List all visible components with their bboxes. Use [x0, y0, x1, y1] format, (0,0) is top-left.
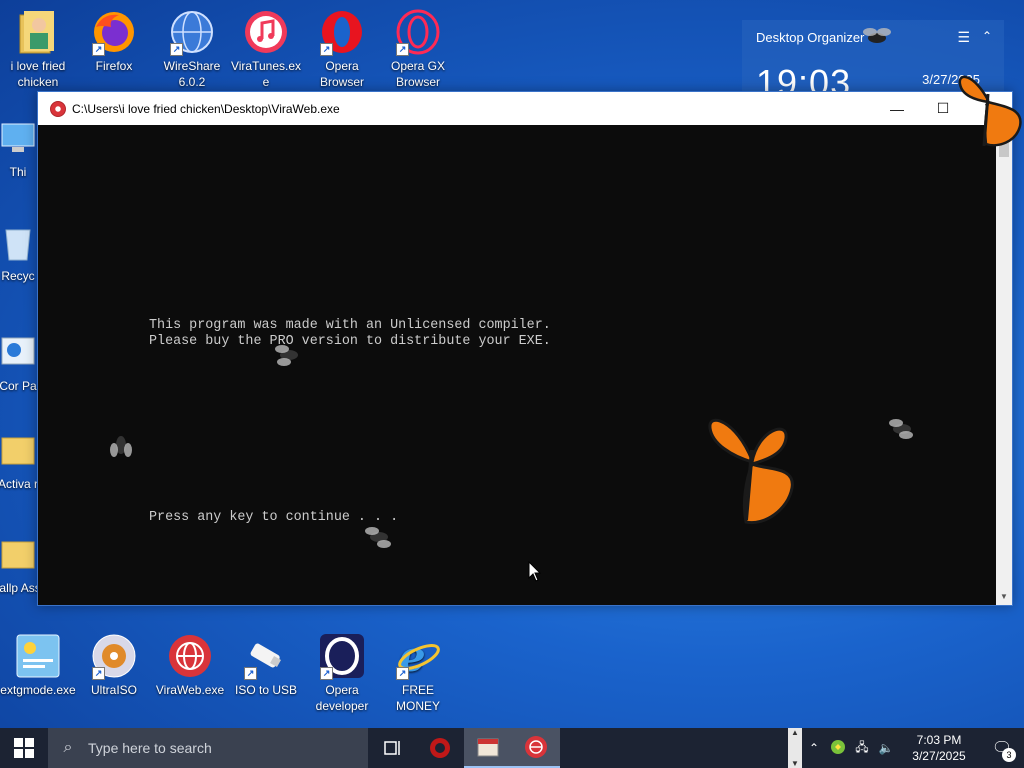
network-icon[interactable]: 🖧	[850, 738, 874, 759]
console-window[interactable]: C:\Users\i love fried chicken\Desktop\Vi…	[37, 91, 1013, 606]
desktop-icon-viraweb[interactable]: ViraWeb.exe	[152, 628, 228, 698]
chevron-up-icon[interactable]: ⌃	[982, 29, 992, 43]
show-hidden-icons-button[interactable]: ⌃	[802, 741, 826, 755]
folder-person-icon	[14, 8, 62, 56]
opera-dev-icon: ↗	[318, 632, 366, 680]
disc-icon: ↗	[90, 632, 138, 680]
volume-muted-icon[interactable]: 🔈	[874, 741, 898, 755]
taskbar-app-virus[interactable]	[416, 728, 464, 768]
action-center-button[interactable]: 🗨 3	[980, 738, 1024, 762]
hamburger-menu-icon[interactable]: ☰	[957, 29, 970, 46]
desktop-icon-label: Opera GX Browser	[390, 59, 446, 89]
desktop-icon-i-love-fried-chicken[interactable]: i love fried chicken	[0, 4, 76, 90]
butterfly-icon	[958, 75, 1022, 147]
console-line-3: Press any key to continue . . .	[149, 510, 399, 525]
chevron-down-icon[interactable]: ▼	[791, 759, 799, 768]
internet-explorer-icon: e ↗	[394, 632, 442, 680]
window-title: C:\Users\i love fried chicken\Desktop\Vi…	[72, 101, 340, 116]
minimize-button[interactable]: —	[874, 92, 920, 125]
windows-logo-icon	[14, 738, 34, 758]
fly-icon	[275, 345, 298, 366]
desktop-icon-label: extgmode.exe	[0, 683, 76, 697]
desktop-icon-label: FREE MONEY	[395, 683, 440, 713]
clock-time: 7:03 PM	[916, 733, 962, 747]
desktop-icon-free-money[interactable]: e ↗ FREE MONEY	[380, 628, 456, 714]
opera-icon: ↗	[318, 8, 366, 56]
desktop-icon-viratunes[interactable]: ViraTunes.exe	[228, 4, 304, 90]
widget-title: Desktop Organizer	[756, 30, 865, 45]
desktop-icon-label: Firefox	[95, 59, 133, 73]
console-output[interactable]: This program was made with an Unlicensed…	[38, 125, 996, 605]
red-gear-icon	[430, 738, 450, 758]
console-line-2: Please buy the PRO version to distribute…	[149, 334, 551, 349]
shortcut-arrow-icon: ↗	[92, 667, 105, 680]
fly-icon	[863, 28, 891, 43]
recycle-bin-icon	[0, 218, 42, 266]
vertical-scrollbar[interactable]: ▲ ▼	[996, 125, 1012, 605]
console-line-1: This program was made with an Unlicensed…	[149, 318, 551, 333]
task-view-button[interactable]	[368, 728, 416, 768]
shortcut-arrow-icon: ↗	[396, 667, 409, 680]
desktop-icon-firefox[interactable]: ↗ Firefox	[76, 4, 152, 74]
task-view-icon	[384, 741, 400, 755]
chevron-up-icon[interactable]: ▲	[791, 728, 799, 737]
globe-icon: ↗	[168, 8, 216, 56]
taskbar-clock[interactable]: 7:03 PM 3/27/2025	[898, 732, 980, 764]
viraweb-icon	[166, 632, 214, 680]
desktop-icon-opera[interactable]: ↗ Opera Browser	[304, 4, 380, 90]
shortcut-arrow-icon: ↗	[396, 43, 409, 56]
desktop-icon-label: Opera Browser	[319, 59, 364, 89]
search-placeholder: Type here to search	[88, 740, 212, 756]
desktop-icon-ultraiso[interactable]: ↗ UltraISO	[76, 628, 152, 698]
notification-count: 3	[1002, 748, 1016, 762]
system-tray: ▲ ▼ ⌃ 🖧 🔈 7:03 PM 3/27/2025 🗨 3	[788, 728, 1024, 768]
usb-icon: ↗	[242, 632, 290, 680]
desktop-icon-opera-gx[interactable]: ↗ Opera GX Browser	[380, 4, 456, 90]
shortcut-arrow-icon: ↗	[170, 43, 183, 56]
desktop-icon-label: WireShare 6.0.2	[163, 59, 221, 89]
tray-app-icon[interactable]	[826, 739, 850, 758]
mouse-cursor-icon	[528, 561, 542, 582]
search-icon: ⌕	[63, 739, 73, 756]
folder-icon	[0, 530, 42, 578]
taskbar-app-viraweb[interactable]	[512, 728, 560, 768]
desktop-icon-label: UltraISO	[90, 683, 137, 697]
music-icon	[242, 8, 290, 56]
tray-scroll[interactable]: ▲ ▼	[788, 728, 802, 768]
desktop-icon-iso-to-usb[interactable]: ↗ ISO to USB	[228, 628, 304, 698]
clock-date: 3/27/2025	[912, 749, 966, 763]
shortcut-arrow-icon: ↗	[244, 667, 257, 680]
shortcut-arrow-icon: ↗	[92, 43, 105, 56]
folder-icon	[0, 426, 42, 474]
shortcut-arrow-icon: ↗	[320, 43, 333, 56]
desktop-icon-opera-developer[interactable]: ↗ Opera developer	[304, 628, 380, 714]
fly-icon	[889, 419, 913, 439]
desktop-icon-wireshare[interactable]: ↗ WireShare 6.0.2	[154, 4, 230, 90]
taskbar-search-box[interactable]: ⌕ Type here to search	[48, 728, 368, 768]
control-panel-icon	[0, 328, 42, 376]
viraweb-app-icon	[50, 100, 66, 117]
app-window-icon	[14, 632, 62, 680]
desktop-icon-label: ViraWeb.exe	[155, 683, 225, 697]
calendar-app-icon	[477, 738, 499, 757]
computer-icon	[0, 114, 42, 162]
desktop-icon-label: Opera developer	[315, 683, 369, 713]
desktop-icon-extgmode[interactable]: extgmode.exe	[0, 628, 76, 698]
shortcut-arrow-icon: ↗	[320, 667, 333, 680]
desktop-icon-label: i love fried chicken	[10, 59, 66, 89]
taskbar-app-scheduler[interactable]	[464, 728, 512, 768]
start-button[interactable]	[0, 728, 48, 768]
desktop-icon-label: ISO to USB	[234, 683, 298, 697]
scroll-down-arrow-icon[interactable]: ▼	[996, 589, 1012, 605]
fly-icon	[365, 527, 391, 548]
firefox-icon: ↗	[90, 8, 138, 56]
fly-icon	[110, 436, 132, 457]
opera-gx-icon: ↗	[394, 8, 442, 56]
viraweb-icon	[525, 736, 547, 758]
window-titlebar[interactable]: C:\Users\i love fried chicken\Desktop\Vi…	[38, 92, 1012, 125]
taskbar: ⌕ Type here to search ▲ ▼ ⌃ 🖧 🔈 7:03 PM 3…	[0, 728, 1024, 768]
butterfly-icon	[708, 418, 794, 525]
desktop-icon-label: ViraTunes.exe	[230, 59, 302, 89]
